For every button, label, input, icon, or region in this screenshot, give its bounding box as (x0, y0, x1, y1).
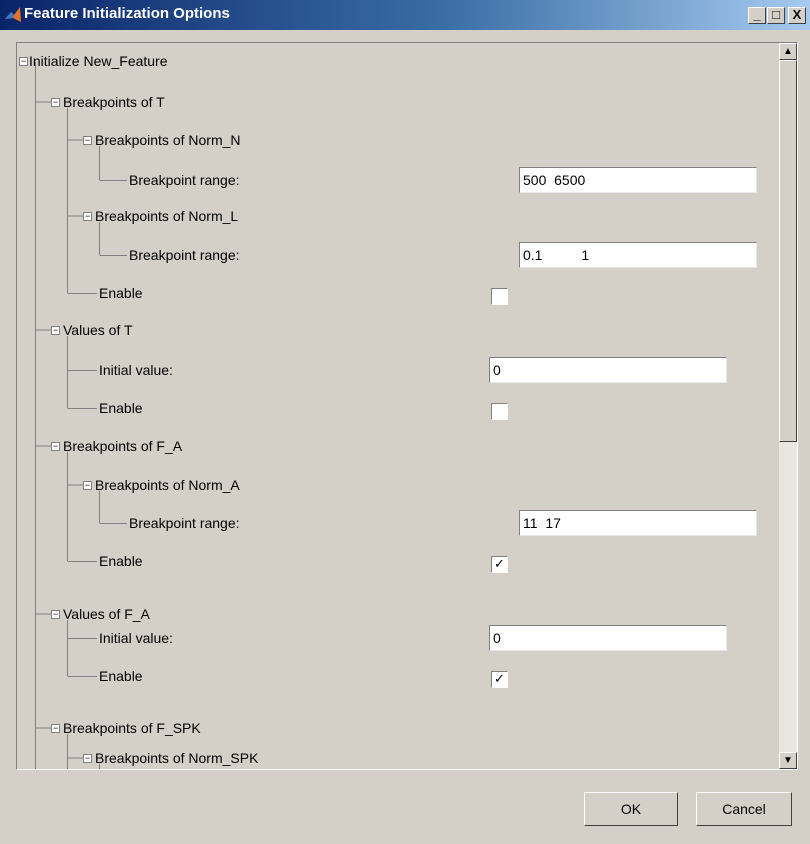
bp-fa-expander[interactable]: − (51, 442, 60, 451)
val-fa-enable-checkbox[interactable]: ✓ (491, 671, 508, 688)
scroll-down-arrow-icon[interactable]: ▼ (779, 752, 797, 769)
norm-a-breakpoint-range-input[interactable]: 11 17 (519, 510, 757, 536)
tree-node-root[interactable]: Initialize New_Feature (29, 53, 168, 69)
values-of-f-a-initial-value-input[interactable]: 0 (489, 625, 727, 651)
tree-node-breakpoints-of-f-spk[interactable]: Breakpoints of F_SPK (63, 720, 201, 736)
ok-button[interactable]: OK (584, 792, 678, 826)
tree-node-breakpoints-of-norm-a[interactable]: Breakpoints of Norm_A (95, 477, 240, 493)
bp-norm-n-expander[interactable]: − (83, 136, 92, 145)
bp-norm-l-expander[interactable]: − (83, 212, 92, 221)
initial-value-label: Initial value: (99, 630, 173, 646)
tree-node-breakpoints-of-t[interactable]: Breakpoints of T (63, 94, 165, 110)
cancel-button[interactable]: Cancel (696, 792, 792, 826)
scroll-up-arrow-icon[interactable]: ▲ (779, 43, 797, 60)
tree-node-breakpoints-of-norm-spk[interactable]: Breakpoints of Norm_SPK (95, 750, 258, 766)
norm-n-breakpoint-range-input[interactable]: 500 6500 (519, 167, 757, 193)
dialog-window: Feature Initialization Options _ □ X − I… (0, 0, 810, 844)
vertical-scrollbar[interactable]: ▲ ▼ (779, 43, 797, 769)
matlab-logo-icon (5, 7, 21, 22)
breakpoint-range-label: Breakpoint range: (129, 515, 240, 531)
initial-value-label: Initial value: (99, 362, 173, 378)
tree-node-values-of-f-a[interactable]: Values of F_A (63, 606, 150, 622)
bp-fa-enable-label: Enable (99, 553, 143, 569)
val-t-expander[interactable]: − (51, 326, 60, 335)
tree-node-values-of-t[interactable]: Values of T (63, 322, 133, 338)
breakpoint-range-label: Breakpoint range: (129, 172, 240, 188)
bp-t-enable-label: Enable (99, 285, 143, 301)
val-fa-expander[interactable]: − (51, 610, 60, 619)
close-button[interactable]: X (788, 7, 806, 24)
bp-fa-enable-checkbox[interactable]: ✓ (491, 556, 508, 573)
bp-norm-spk-expander[interactable]: − (83, 754, 92, 763)
tree-node-breakpoints-of-norm-n[interactable]: Breakpoints of Norm_N (95, 132, 241, 148)
tree-node-breakpoints-of-f-a[interactable]: Breakpoints of F_A (63, 438, 182, 454)
val-t-enable-checkbox[interactable] (491, 403, 508, 420)
bp-t-enable-checkbox[interactable] (491, 288, 508, 305)
scrollbar-thumb[interactable] (779, 60, 797, 442)
options-tree-panel: − Initialize New_Feature − Breakpoints o… (16, 42, 798, 770)
dialog-client-area: − Initialize New_Feature − Breakpoints o… (4, 30, 806, 842)
bp-t-expander[interactable]: − (51, 98, 60, 107)
title-bar[interactable]: Feature Initialization Options _ □ X (0, 0, 810, 30)
val-fa-enable-label: Enable (99, 668, 143, 684)
window-title: Feature Initialization Options (24, 5, 230, 22)
val-t-enable-label: Enable (99, 400, 143, 416)
breakpoint-range-label: Breakpoint range: (129, 247, 240, 263)
bp-norm-a-expander[interactable]: − (83, 481, 92, 490)
root-expander[interactable]: − (19, 57, 28, 66)
minimize-button[interactable]: _ (748, 7, 766, 24)
bp-fspk-expander[interactable]: − (51, 724, 60, 733)
norm-l-breakpoint-range-input[interactable]: 0.1 1 (519, 242, 757, 268)
maximize-button[interactable]: □ (767, 7, 785, 24)
tree-node-breakpoints-of-norm-l[interactable]: Breakpoints of Norm_L (95, 208, 238, 224)
values-of-t-initial-value-input[interactable]: 0 (489, 357, 727, 383)
